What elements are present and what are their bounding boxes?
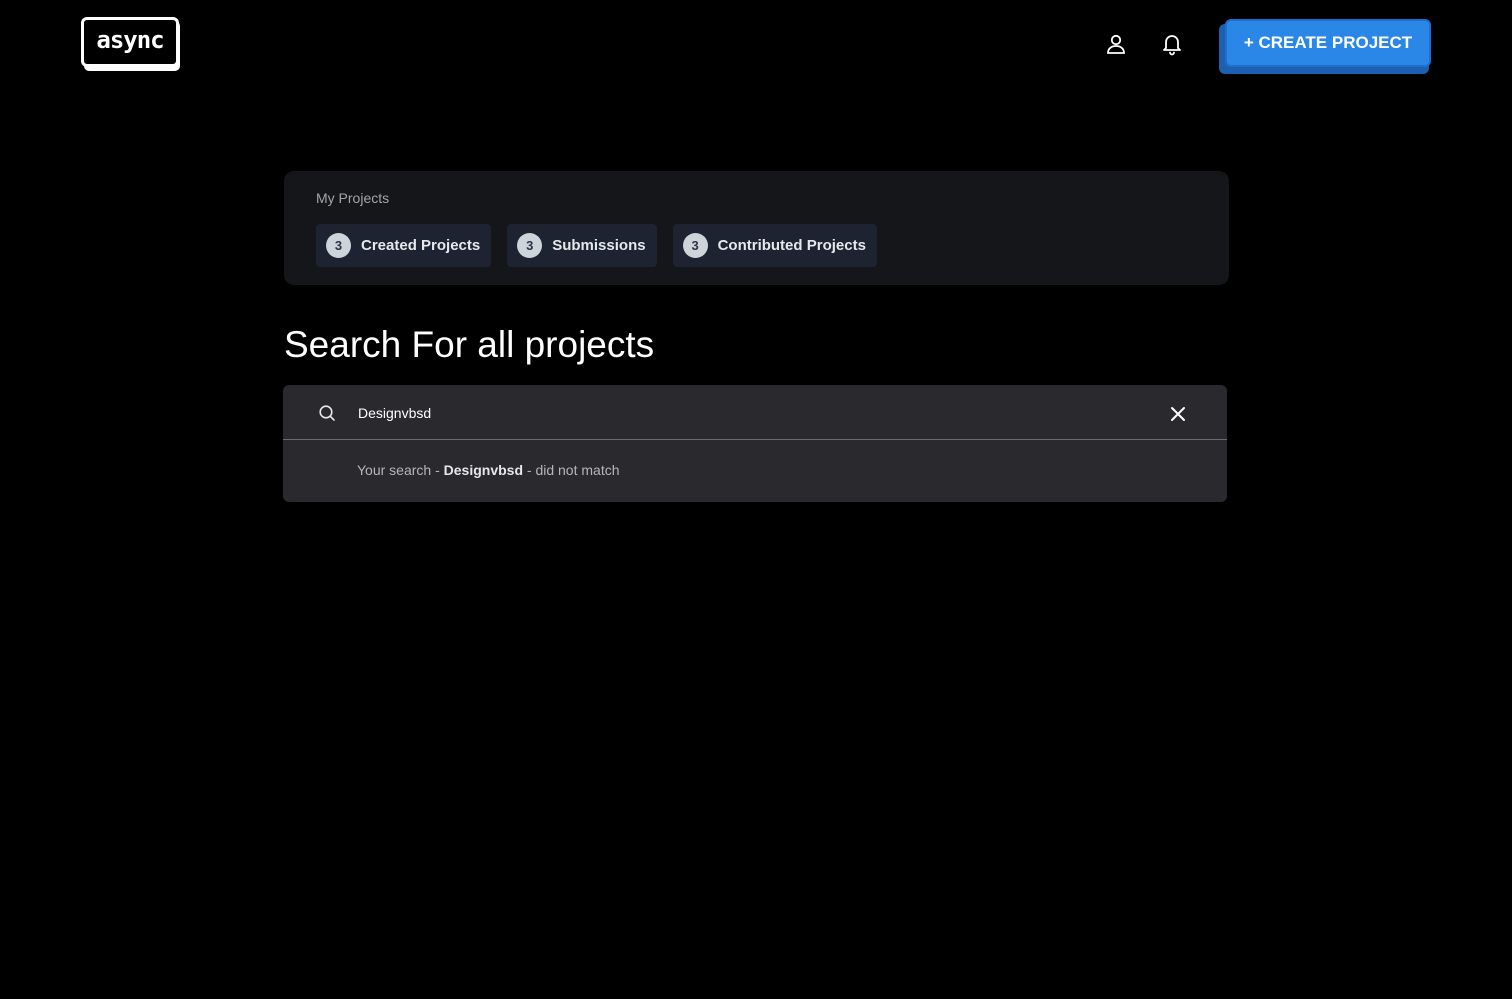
search-panel: Your search - Designvbsd - did not match xyxy=(283,385,1227,502)
logo-box: async xyxy=(81,17,179,67)
submissions-label: Submissions xyxy=(552,237,646,254)
create-project-button[interactable]: + CREATE PROJECT xyxy=(1225,19,1431,67)
contributed-projects-label: Contributed Projects xyxy=(717,237,866,254)
my-projects-chips: 3 Created Projects 3 Submissions 3 Contr… xyxy=(316,224,877,267)
submissions-count: 3 xyxy=(517,233,543,258)
search-section-title: Search For all projects xyxy=(284,324,655,365)
top-header: async + CREATE PROJECT xyxy=(0,0,1512,90)
async-logo[interactable]: async xyxy=(81,17,180,71)
search-input[interactable] xyxy=(358,400,1138,426)
created-projects-chip[interactable]: 3 Created Projects xyxy=(316,224,492,267)
search-bar xyxy=(283,385,1227,440)
user-icon[interactable] xyxy=(1100,28,1132,60)
contributed-projects-chip[interactable]: 3 Contributed Projects xyxy=(672,224,877,267)
contributed-projects-count: 3 xyxy=(682,233,708,258)
no-match-term: Designvbsd xyxy=(443,462,523,478)
search-icon xyxy=(317,403,337,423)
my-projects-card: My Projects 3 Created Projects 3 Submiss… xyxy=(284,171,1229,285)
created-projects-label: Created Projects xyxy=(361,237,481,254)
created-projects-count: 3 xyxy=(326,233,351,258)
submissions-chip[interactable]: 3 Submissions xyxy=(507,224,657,267)
no-match-prefix: Your search - xyxy=(357,462,444,478)
no-match-message: Your search - Designvbsd - did not match xyxy=(357,462,620,478)
bell-icon[interactable] xyxy=(1156,28,1188,60)
my-projects-label: My Projects xyxy=(316,190,390,206)
close-icon[interactable] xyxy=(1167,403,1189,425)
logo-text: async xyxy=(96,26,164,54)
create-project-wrapper: + CREATE PROJECT xyxy=(1219,19,1431,74)
no-match-suffix: - did not match xyxy=(523,462,620,478)
